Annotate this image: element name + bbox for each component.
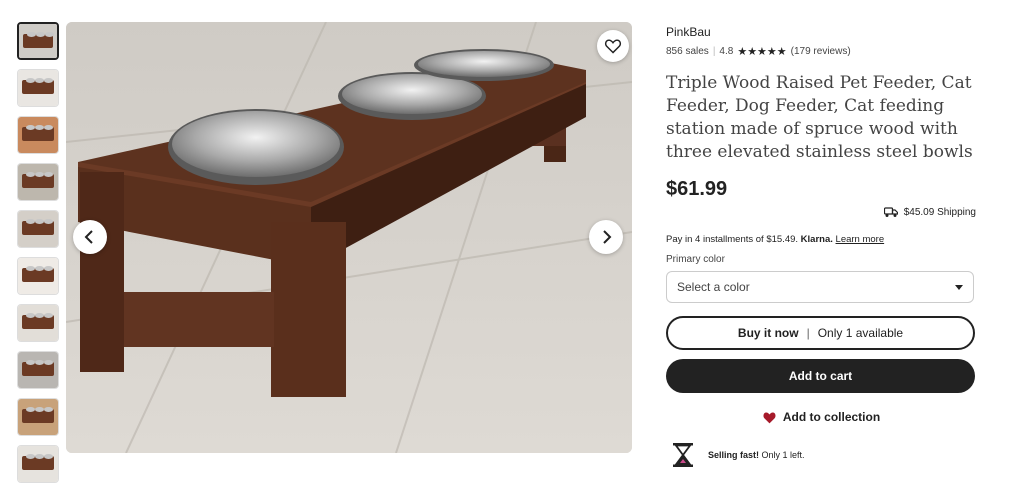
shop-name-link[interactable]: PinkBau [666,25,976,39]
selling-fast-notice: Selling fast! Only 1 left. [672,442,805,468]
buy-it-now-label: Buy it now [737,326,799,340]
next-image-button[interactable] [589,220,623,254]
truck-icon [883,207,898,217]
color-select[interactable]: Select a color [666,271,974,303]
thumbnail-bowl [35,266,44,271]
previous-image-button[interactable] [73,220,107,254]
thumbnail-bowl [26,172,35,177]
thumbnail-bowl [36,32,45,37]
thumbnail-9[interactable] [17,398,59,436]
installments-info: Pay in 4 installments of $15.49. Klarna.… [666,234,976,245]
thumbnail-bowl [26,313,35,318]
buy-divider: | [806,326,810,340]
availability-text: Only 1 available [817,326,904,340]
caret-down-icon [955,284,963,290]
thumbnail-bowl [44,219,53,224]
chevron-right-icon [603,230,612,244]
thumbnail-bowl [26,125,35,130]
thumbnail-bowl [44,172,53,177]
thumbnail-bowl [26,78,35,83]
selling-fast-rest: Only 1 left. [761,450,805,460]
thumbnail-bowl [35,407,44,412]
hourglass-icon [673,443,693,467]
thumbnail-bowl [35,172,44,177]
installments-text: Pay in 4 installments of $15.49. [666,234,799,245]
meta-divider: | [712,46,716,57]
product-info-panel: PinkBau 856 sales | 4.8 ★★★★★ (179 revie… [666,22,976,424]
thumbnail-7[interactable] [17,304,59,342]
thumbnail-8[interactable] [17,351,59,389]
thumbnail-bowl [26,219,35,224]
color-select-value: Select a color [677,280,750,294]
thumbnail-1[interactable] [17,22,59,60]
thumbnail-5[interactable] [17,210,59,248]
thumbnail-bowl [35,125,44,130]
thumbnail-bowl [26,454,35,459]
thumbnail-bowl [35,360,44,365]
thumbnail-bowl [35,219,44,224]
reviews-link[interactable]: (179 reviews) [791,46,851,57]
thumbnail-bowl [44,125,53,130]
shop-meta: 856 sales | 4.8 ★★★★★ (179 reviews) [666,45,976,58]
add-to-collection-label: Add to collection [782,410,881,424]
rating-value: 4.8 [719,46,734,57]
sales-count: 856 sales [666,46,709,57]
add-to-collection-button[interactable]: Add to collection [666,410,976,424]
thumbnail-bowl [26,407,35,412]
thumbnail-3[interactable] [17,116,59,154]
thumbnail-bowl [44,313,53,318]
thumbnail-bowl [35,313,44,318]
product-image [66,22,632,453]
favorite-button[interactable] [597,30,629,62]
thumbnail-bowl [45,32,54,37]
thumbnail-bowl [35,454,44,459]
thumbnail-bowl [44,266,53,271]
add-to-cart-button[interactable]: Add to cart [666,359,975,393]
product-price: $61.99 [666,178,728,200]
shipping-price: $45.09 Shipping [903,207,976,218]
shipping-info: $45.09 Shipping [666,207,976,218]
thumbnail-bowl [44,454,53,459]
rating-stars: ★★★★★ [737,46,787,58]
thumbnail-bowl [44,78,53,83]
selling-fast-bold: Selling fast! [708,450,760,460]
klarna-brand: Klarna. [800,234,833,245]
primary-color-label: Primary color [666,254,725,265]
selling-fast-text: Selling fast! Only 1 left. [708,450,805,460]
thumbnail-strip [17,22,61,492]
pet-feeder-photo [66,22,632,453]
product-title: Triple Wood Raised Pet Feeder, Cat Feede… [666,73,973,162]
thumbnail-bowl [44,407,53,412]
thumbnail-6[interactable] [17,257,59,295]
thumbnail-bowl [27,32,36,37]
thumbnail-bowl [35,78,44,83]
thumbnail-4[interactable] [17,163,59,201]
thumbnail-10[interactable] [17,445,59,483]
heart-outline-icon [604,39,622,54]
thumbnail-bowl [26,266,35,271]
learn-more-link[interactable]: Learn more [836,234,885,245]
thumbnail-2[interactable] [17,69,59,107]
thumbnail-bowl [44,360,53,365]
chevron-left-icon [84,230,93,244]
thumbnail-bowl [26,360,35,365]
buy-it-now-button[interactable]: Buy it now | Only 1 available [666,316,975,350]
heart-filled-icon [763,411,776,423]
